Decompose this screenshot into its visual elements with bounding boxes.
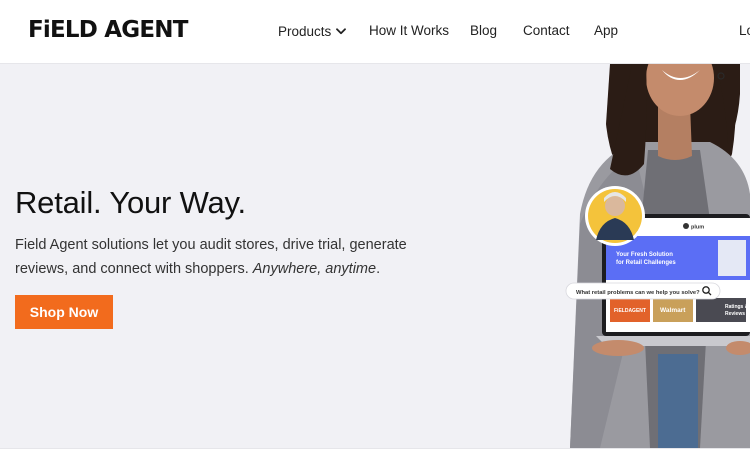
nav-products[interactable]: Products bbox=[278, 22, 347, 41]
site-header: FiELD AGENT Products How It Works Blog C… bbox=[0, 0, 750, 64]
nav-products-label: Products bbox=[278, 24, 332, 39]
shop-now-button[interactable]: Shop Now bbox=[15, 295, 113, 329]
screen-card-1: FiELDAGENT bbox=[614, 308, 646, 314]
nav-app[interactable]: App bbox=[594, 22, 618, 40]
hero-subtext-italic: Anywhere, anytime bbox=[252, 260, 377, 277]
avatar bbox=[585, 186, 645, 246]
hero-headline: Retail. Your Way. bbox=[15, 185, 246, 220]
svg-text:Ratings &: Ratings & bbox=[725, 304, 749, 310]
page: FiELD AGENT Products How It Works Blog C… bbox=[0, 0, 750, 450]
screen-card-2: Walmart bbox=[660, 307, 686, 314]
hero-subtext: Field Agent solutions let you audit stor… bbox=[15, 234, 435, 281]
nav-how-it-works[interactable]: How It Works bbox=[369, 22, 449, 40]
screen-brand: plum bbox=[691, 225, 704, 231]
nav-contact[interactable]: Contact bbox=[523, 22, 570, 40]
hero-section: Retail. Your Way. Field Agent solutions … bbox=[0, 64, 750, 448]
nav-blog[interactable]: Blog bbox=[470, 22, 497, 40]
svg-text:for Retail Challenges: for Retail Challenges bbox=[616, 260, 676, 266]
nav-login[interactable]: Lo bbox=[739, 22, 750, 40]
svg-text:Reviews: Reviews bbox=[725, 311, 745, 317]
chevron-down-icon bbox=[336, 22, 347, 40]
hero-subtext-end: . bbox=[376, 260, 381, 277]
svg-text:Your Fresh Solution: Your Fresh Solution bbox=[616, 252, 673, 258]
hero-image: plum Your Fresh Solution for Retail Chal… bbox=[565, 64, 750, 448]
screen-search-text: What retail problems can we help you sol… bbox=[576, 290, 700, 296]
field-agent-logo[interactable]: FiELD AGENT bbox=[28, 16, 188, 44]
